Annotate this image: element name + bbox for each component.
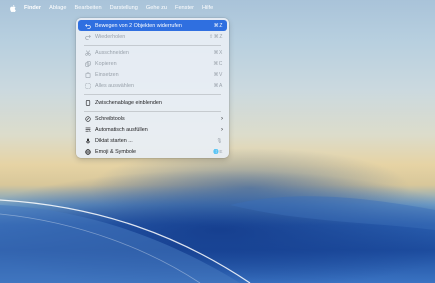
menu-bar: Finder Ablage Bearbeiten Darstellung Geh… — [0, 0, 435, 16]
menubar-bearbeiten[interactable]: Bearbeiten — [71, 5, 106, 11]
cut-label: Ausschneiden — [95, 50, 129, 56]
writing-tools-icon — [84, 116, 91, 123]
redo-icon — [84, 33, 91, 40]
menubar-finder[interactable]: Finder — [20, 5, 45, 11]
edit-menu: Bewegen von 2 Objekten widerrufen ⌘Z Wie… — [76, 18, 229, 158]
show-clipboard-label: Zwischenablage einblenden — [95, 99, 162, 106]
chevron-right-icon: › — [221, 116, 223, 122]
redo-label: Wiederholen — [95, 33, 126, 40]
menu-separator — [84, 110, 221, 111]
document-icon — [84, 99, 91, 106]
redo-shortcut: ⇧⌘Z — [208, 33, 223, 40]
menu-item-redo[interactable]: Wiederholen ⇧⌘Z — [78, 31, 227, 42]
menu-item-select-all[interactable]: Alles auswählen ⌘A — [78, 81, 227, 92]
microphone-icon — [84, 138, 91, 145]
dictation-shortcut: 🎙 — [216, 138, 223, 143]
undo-shortcut: ⌘Z — [213, 22, 223, 29]
dictation-label: Diktat starten ... — [95, 138, 133, 144]
menubar-darstellung[interactable]: Darstellung — [106, 5, 142, 11]
menu-item-cut[interactable]: Ausschneiden ⌘X — [78, 48, 227, 59]
autofill-label: Automatisch ausfüllen — [95, 127, 148, 133]
select-all-label: Alles auswählen — [95, 83, 134, 89]
menubar-fenster[interactable]: Fenster — [171, 5, 198, 11]
cut-shortcut: ⌘X — [213, 50, 223, 56]
clipboard-icon — [84, 72, 91, 79]
menu-separator — [84, 94, 221, 95]
writing-tools-label: Schreibtools — [95, 116, 125, 122]
select-all-shortcut: ⌘A — [213, 83, 223, 89]
apple-logo-icon[interactable] — [10, 4, 16, 12]
paste-label: Einsetzen — [95, 72, 119, 78]
menubar-ablage[interactable]: Ablage — [45, 5, 70, 11]
copy-label: Kopieren — [95, 61, 117, 67]
emoji-shortcut: 🌐E — [213, 149, 223, 154]
menubar-gehe-zu[interactable]: Gehe zu — [142, 5, 171, 11]
menu-item-writing-tools[interactable]: Schreibtools › — [78, 114, 227, 125]
select-all-icon — [84, 83, 91, 90]
menu-item-show-clipboard[interactable]: Zwischenablage einblenden — [78, 97, 227, 108]
menu-item-undo[interactable]: Bewegen von 2 Objekten widerrufen ⌘Z — [78, 20, 227, 31]
copy-icon — [84, 61, 91, 68]
emoji-label: Emoji & Symbole — [95, 149, 137, 155]
menu-item-paste[interactable]: Einsetzen ⌘V — [78, 70, 227, 81]
globe-icon — [84, 149, 91, 156]
undo-icon — [84, 22, 91, 29]
menu-item-dictation[interactable]: Diktat starten ... 🎙 — [78, 136, 227, 147]
paste-shortcut: ⌘V — [213, 72, 223, 78]
copy-shortcut: ⌘C — [213, 61, 223, 67]
autofill-icon — [84, 127, 91, 134]
menubar-hilfe[interactable]: Hilfe — [198, 5, 217, 11]
chevron-right-icon: › — [221, 127, 223, 133]
menu-item-emoji[interactable]: Emoji & Symbole 🌐E — [78, 147, 227, 158]
menu-separator — [84, 44, 221, 45]
menu-item-autofill[interactable]: Automatisch ausfüllen › — [78, 125, 227, 136]
scissors-icon — [84, 50, 91, 57]
undo-label: Bewegen von 2 Objekten widerrufen — [95, 22, 182, 29]
menu-item-copy[interactable]: Kopieren ⌘C — [78, 59, 227, 70]
